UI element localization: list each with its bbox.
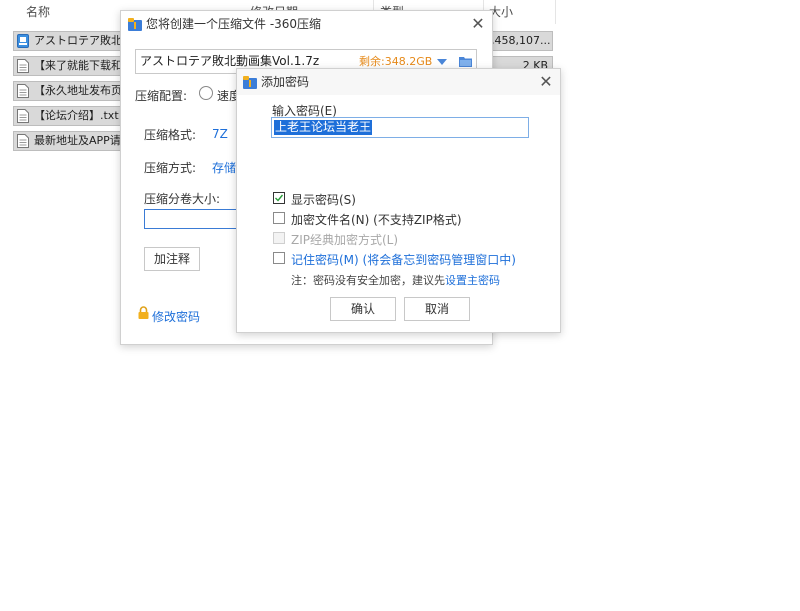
lock-icon <box>138 306 149 319</box>
chevron-down-icon[interactable] <box>437 59 447 65</box>
column-name-header[interactable]: 名称 <box>26 0 50 24</box>
document-icon <box>17 134 29 148</box>
security-note: 注：密码没有安全加密，建议先设置主密码 <box>291 272 500 288</box>
format-label: 压缩格式: <box>144 128 197 142</box>
config-label: 压缩配置: <box>135 89 188 103</box>
password-input[interactable]: 上老王论坛当老王 <box>271 117 529 138</box>
file-name-cell[interactable]: 【永久地址发布页 <box>13 81 128 101</box>
compress-dialog-titlebar[interactable]: 您将创建一个压缩文件 -360压缩 ✕ <box>121 11 492 37</box>
change-password-link[interactable]: 修改密码 <box>152 308 200 325</box>
encrypt-filenames-label[interactable]: 加密文件名(N) (不支持ZIP格式) <box>291 211 462 228</box>
archive-icon <box>17 34 29 48</box>
password-dialog-titlebar[interactable]: 添加密码 ✕ <box>237 69 560 95</box>
column-divider[interactable] <box>555 0 556 24</box>
sort-up-icon: ⌃ <box>128 0 136 7</box>
file-name-cell[interactable]: アストロテア敗北 <box>13 31 128 51</box>
file-size: 3,458,107... <box>483 31 553 51</box>
folder-icon[interactable] <box>459 56 472 67</box>
method-value[interactable]: 存储 <box>212 159 236 176</box>
split-size-input[interactable] <box>144 209 238 229</box>
compress-dialog-title: 您将创建一个压缩文件 -360压缩 <box>146 17 322 31</box>
checkmark-icon <box>275 194 284 202</box>
config-speed-radio[interactable] <box>199 86 213 100</box>
file-name-cell[interactable]: 【论坛介绍】.txt <box>13 106 128 126</box>
format-value[interactable]: 7Z <box>212 127 228 141</box>
add-password-dialog: 添加密码 ✕ 输入密码(E) 上老王论坛当老王 显示密码(S) 加密文件名(N)… <box>236 68 561 333</box>
password-value: 上老王论坛当老王 <box>274 120 373 135</box>
split-size-label: 压缩分卷大小: <box>144 192 221 206</box>
set-master-password-link[interactable]: 设置主密码 <box>445 274 500 287</box>
file-name-cell[interactable]: 最新地址及APP请 <box>13 131 128 151</box>
file-name: 【来了就能下载和 <box>34 59 122 72</box>
file-name: 【永久地址发布页 <box>34 84 122 97</box>
zip-classic-label: ZIP经典加密方式(L) <box>291 233 399 247</box>
method-label: 压缩方式: <box>144 161 197 175</box>
archive-app-icon <box>128 18 142 31</box>
file-name: アストロテア敗北 <box>34 34 122 47</box>
file-name: 【论坛介绍】.txt <box>34 109 119 122</box>
cancel-button[interactable]: 取消 <box>404 297 470 321</box>
password-dialog-title: 添加密码 <box>261 75 310 89</box>
document-icon <box>17 84 29 98</box>
document-icon <box>17 59 29 73</box>
archive-app-icon <box>243 76 257 89</box>
security-note-text: 注：密码没有安全加密，建议先 <box>291 274 445 287</box>
encrypt-filenames-checkbox[interactable] <box>273 212 285 224</box>
remember-password-checkbox[interactable] <box>273 252 285 264</box>
show-password-label[interactable]: 显示密码(S) <box>291 191 356 208</box>
document-icon <box>17 109 29 123</box>
add-comment-button[interactable]: 加注释 <box>144 247 200 271</box>
close-icon[interactable]: ✕ <box>469 15 487 33</box>
file-name: 最新地址及APP请 <box>34 134 121 147</box>
file-name-cell[interactable]: 【来了就能下载和 <box>13 56 128 76</box>
zip-classic-checkbox <box>273 232 285 244</box>
close-icon[interactable]: ✕ <box>537 73 555 91</box>
show-password-checkbox[interactable] <box>273 192 285 204</box>
confirm-button[interactable]: 确认 <box>330 297 396 321</box>
remember-password-label[interactable]: 记住密码(M) (将会备忘到密码管理窗口中) <box>291 251 516 268</box>
